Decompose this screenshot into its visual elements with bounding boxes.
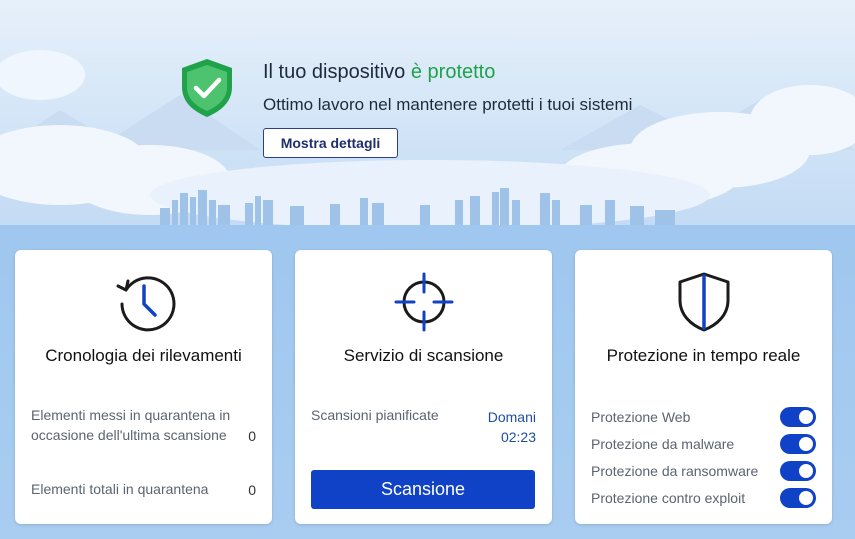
protection-label: Protezione da malware bbox=[591, 436, 735, 452]
scan-button[interactable]: Scansione bbox=[311, 470, 535, 509]
ransomware-protection-toggle[interactable] bbox=[780, 461, 816, 481]
protection-label: Protezione da ransomware bbox=[591, 463, 759, 479]
status-protected-text: è protetto bbox=[410, 61, 496, 83]
show-details-button[interactable]: Mostra dettagli bbox=[263, 128, 398, 158]
status-title-prefix: Il tuo dispositivo bbox=[263, 61, 411, 83]
shield-check-icon bbox=[178, 57, 236, 119]
protection-row-malware: Protezione da malware bbox=[591, 434, 816, 456]
realtime-protection-card[interactable]: Protezione in tempo reale Protezione Web… bbox=[575, 250, 832, 524]
scheduled-scan-day: Domani bbox=[487, 409, 536, 425]
quarantined-total-label: Elementi totali in quarantena bbox=[31, 481, 209, 497]
protection-row-exploit: Protezione contro exploit bbox=[591, 488, 816, 510]
protection-label: Protezione contro exploit bbox=[591, 490, 746, 506]
scheduled-scans-label: Scansioni pianificate bbox=[311, 407, 439, 423]
protection-row-web: Protezione Web bbox=[591, 407, 816, 429]
protection-row-ransomware: Protezione da ransomware bbox=[591, 461, 816, 483]
status-subtitle: Ottimo lavoro nel mantenere protetti i t… bbox=[263, 95, 633, 114]
detection-history-card[interactable]: Cronologia dei rilevamenti Elementi mess… bbox=[15, 250, 272, 524]
card-title: Protezione in tempo reale bbox=[606, 346, 801, 365]
clock-history-icon bbox=[112, 270, 176, 334]
toggle-knob bbox=[799, 437, 813, 451]
quarantined-last-scan-value: 0 bbox=[248, 428, 256, 444]
web-protection-toggle[interactable] bbox=[780, 407, 816, 427]
crosshair-icon bbox=[392, 270, 456, 334]
scan-service-card[interactable]: Servizio di scansione Scansioni pianific… bbox=[295, 250, 552, 524]
quarantined-last-scan-label: Elementi messi in quarantena in occasion… bbox=[31, 407, 231, 443]
scheduled-scan-hour: 02:23 bbox=[500, 429, 536, 445]
card-title: Servizio di scansione bbox=[343, 346, 504, 365]
toggle-knob bbox=[799, 410, 813, 424]
scheduled-scan-time[interactable]: Domani 02:23 bbox=[488, 407, 536, 447]
status-banner: Il tuo dispositivo è protetto Ottimo lav… bbox=[0, 0, 855, 225]
protection-label: Protezione Web bbox=[591, 409, 691, 425]
shield-outline-icon bbox=[672, 270, 736, 334]
toggle-knob bbox=[799, 491, 813, 505]
card-title: Cronologia dei rilevamenti bbox=[45, 346, 242, 365]
malware-protection-toggle[interactable] bbox=[780, 434, 816, 454]
exploit-protection-toggle[interactable] bbox=[780, 488, 816, 508]
toggle-knob bbox=[799, 464, 813, 478]
quarantined-total-value: 0 bbox=[248, 482, 256, 498]
status-title: Il tuo dispositivo è protetto bbox=[263, 61, 495, 84]
